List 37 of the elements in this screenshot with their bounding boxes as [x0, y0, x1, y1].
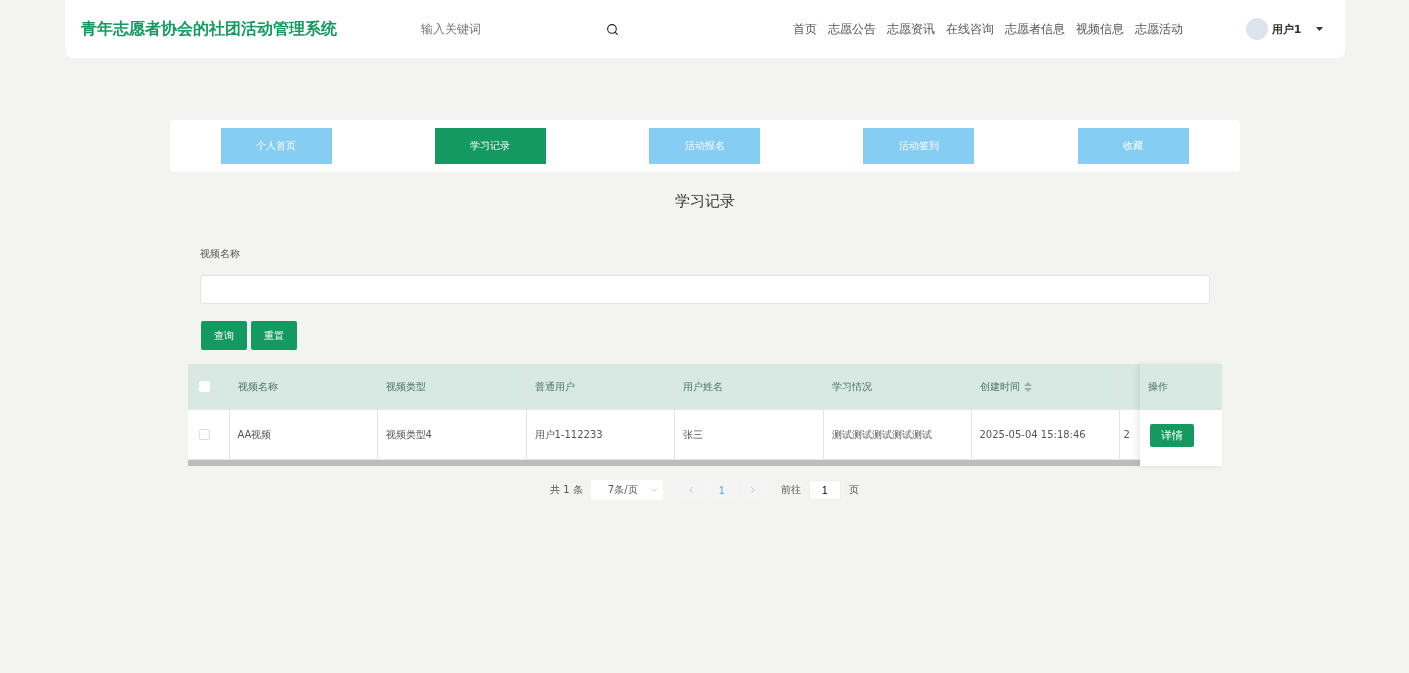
- checkbox[interactable]: [198, 429, 210, 440]
- table-cell: AA视频: [229, 410, 378, 460]
- nav-link[interactable]: 志愿资讯: [886, 20, 935, 38]
- table-cell: 用户1-112233: [526, 410, 675, 460]
- nav-link[interactable]: 首页: [792, 20, 817, 38]
- goto-label: 前往: [780, 483, 801, 497]
- page-size-select[interactable]: 7条/页: [590, 480, 663, 500]
- field-label: 视频名称: [199, 247, 241, 261]
- table-cell: 2: [1123, 429, 1130, 440]
- avatar-icon[interactable]: [1245, 18, 1268, 40]
- tab[interactable]: 学习记录: [434, 128, 546, 164]
- site-title: 青年志愿者协会的社团活动管理系统: [80, 18, 338, 40]
- table-cell: 张三: [674, 410, 824, 460]
- table-cell: 2025-05-04 15:18:46: [971, 410, 1120, 460]
- detail-button[interactable]: 详情: [1149, 423, 1194, 447]
- query-button[interactable]: 查询: [200, 321, 247, 350]
- user-name[interactable]: 用户1: [1271, 21, 1302, 37]
- chevron-down-icon[interactable]: [648, 485, 659, 495]
- page-suffix: 页: [848, 483, 859, 497]
- nav-link[interactable]: 志愿活动: [1134, 20, 1183, 38]
- sort-icon[interactable]: [1023, 381, 1032, 392]
- reset-button[interactable]: 重置: [250, 321, 297, 350]
- search-field[interactable]: 输入关键词: [418, 21, 569, 37]
- nav-link[interactable]: 志愿者信息: [1004, 20, 1065, 38]
- page-title: 学习记录: [674, 192, 735, 211]
- input-field[interactable]: [199, 275, 1210, 304]
- nav-link[interactable]: 视频信息: [1075, 20, 1124, 38]
- table-scrollbar[interactable]: 视频名称 视频类型 普通用户 用户姓名 学习情况 创建时间 AA视频 视频类型4 用户1-112233 张三 测试测试测试测试测试 2025-05-04 15:18:46 2: [187, 364, 1140, 466]
- column-header: 操作: [1139, 364, 1222, 410]
- caret-icon[interactable]: [1315, 27, 1323, 31]
- search-icon[interactable]: [605, 22, 619, 36]
- nav-link[interactable]: 在线咨询: [945, 20, 994, 38]
- table-cell: 视频类型4: [377, 410, 527, 460]
- table-cell: 测试测试测试测试测试: [823, 410, 972, 460]
- total-count: 共 1 条: [550, 483, 583, 497]
- page-input[interactable]: 1: [808, 480, 841, 500]
- nav-link[interactable]: 志愿公告: [827, 20, 876, 38]
